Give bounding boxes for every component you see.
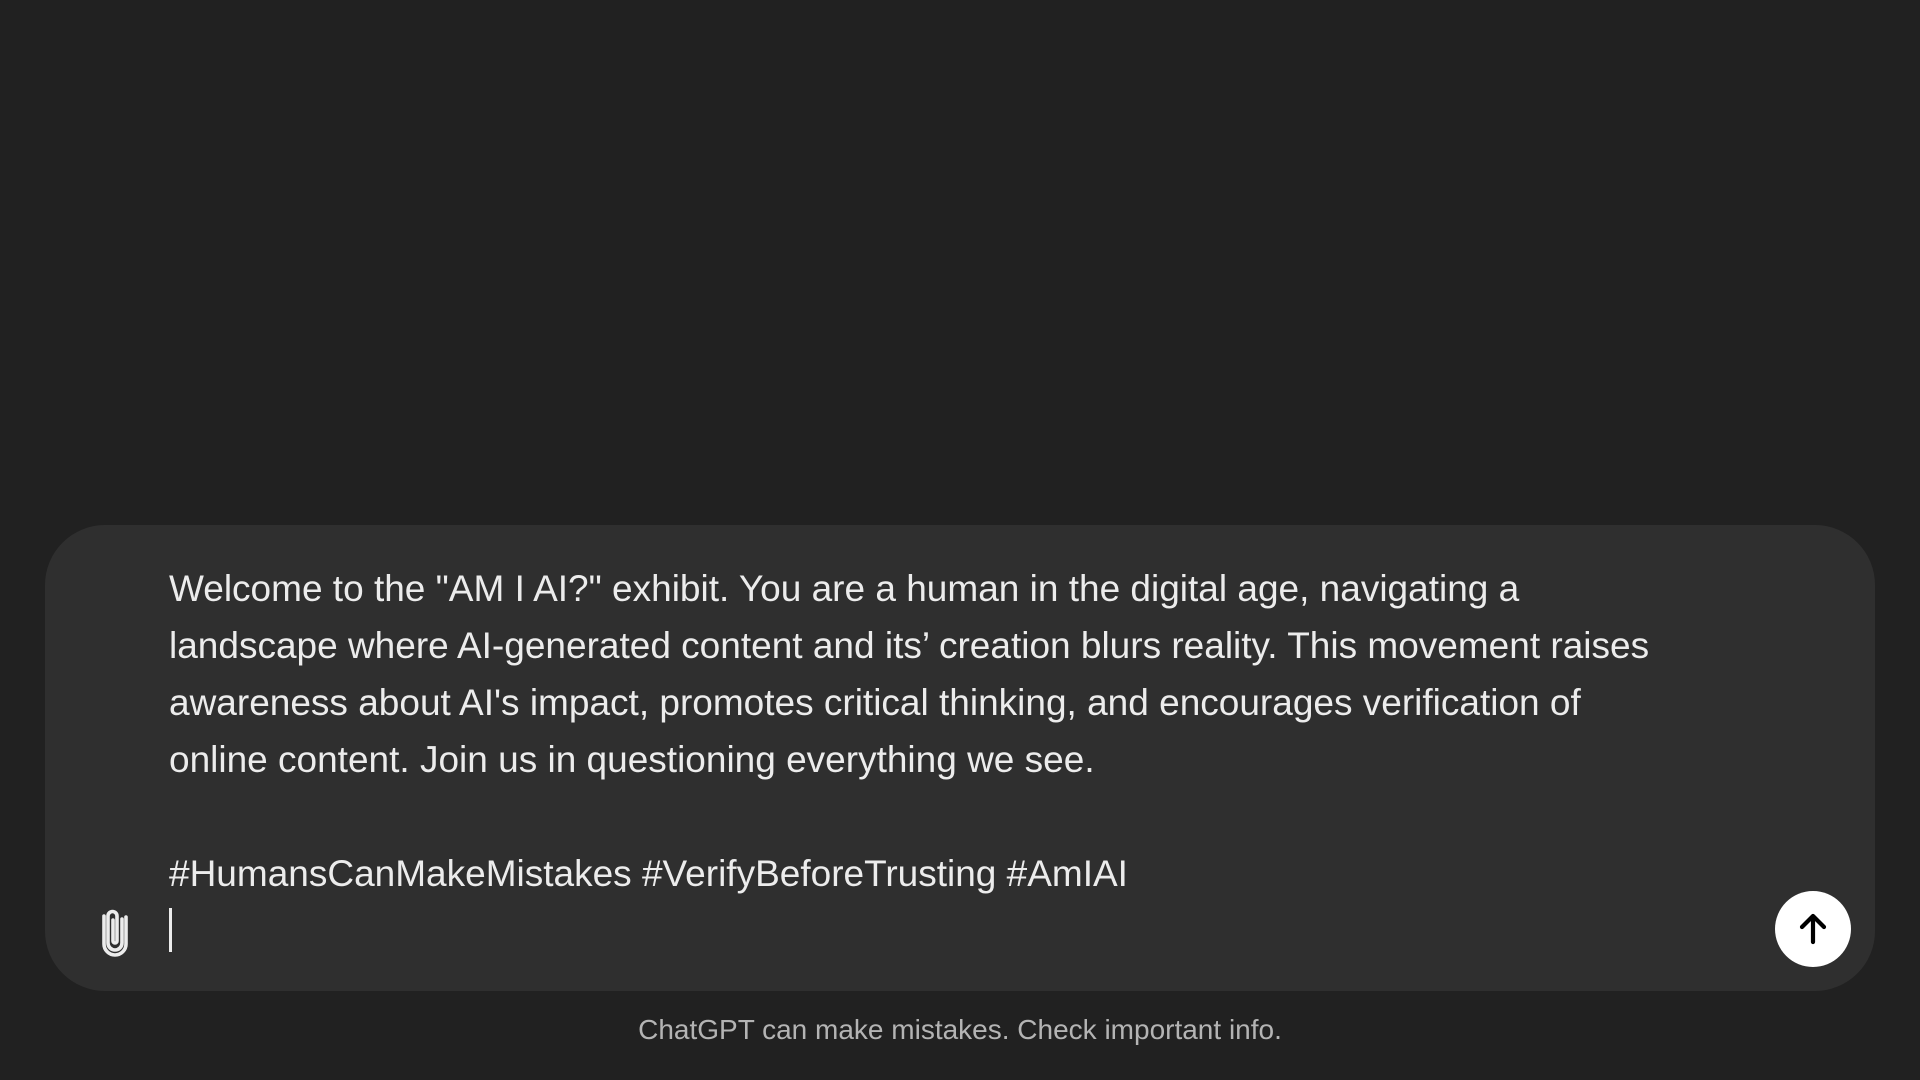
composer-input[interactable]: Welcome to the "AM I AI?" exhibit. You a… <box>169 560 1789 902</box>
paragraph-line: online content. Join us in questioning e… <box>169 739 1095 780</box>
text-cursor <box>169 908 172 952</box>
paperclip-icon <box>102 909 128 957</box>
paragraph-line: Welcome to the "AM I AI?" exhibit. You a… <box>169 568 1520 609</box>
paragraph-line: landscape where AI-generated content and… <box>169 625 1650 666</box>
hashtags-line: #HumansCanMakeMistakes #VerifyBeforeTrus… <box>169 853 1128 894</box>
message-composer[interactable]: Welcome to the "AM I AI?" exhibit. You a… <box>45 525 1875 991</box>
composer-message-paragraph: Welcome to the "AM I AI?" exhibit. You a… <box>169 560 1789 788</box>
attach-file-button[interactable] <box>89 905 141 957</box>
arrow-up-icon <box>1799 913 1827 945</box>
chat-page: Welcome to the "AM I AI?" exhibit. You a… <box>0 0 1920 1080</box>
disclaimer-text: ChatGPT can make mistakes. Check importa… <box>638 1014 1282 1045</box>
send-button[interactable] <box>1775 891 1851 967</box>
paragraph-line: awareness about AI's impact, promotes cr… <box>169 682 1581 723</box>
